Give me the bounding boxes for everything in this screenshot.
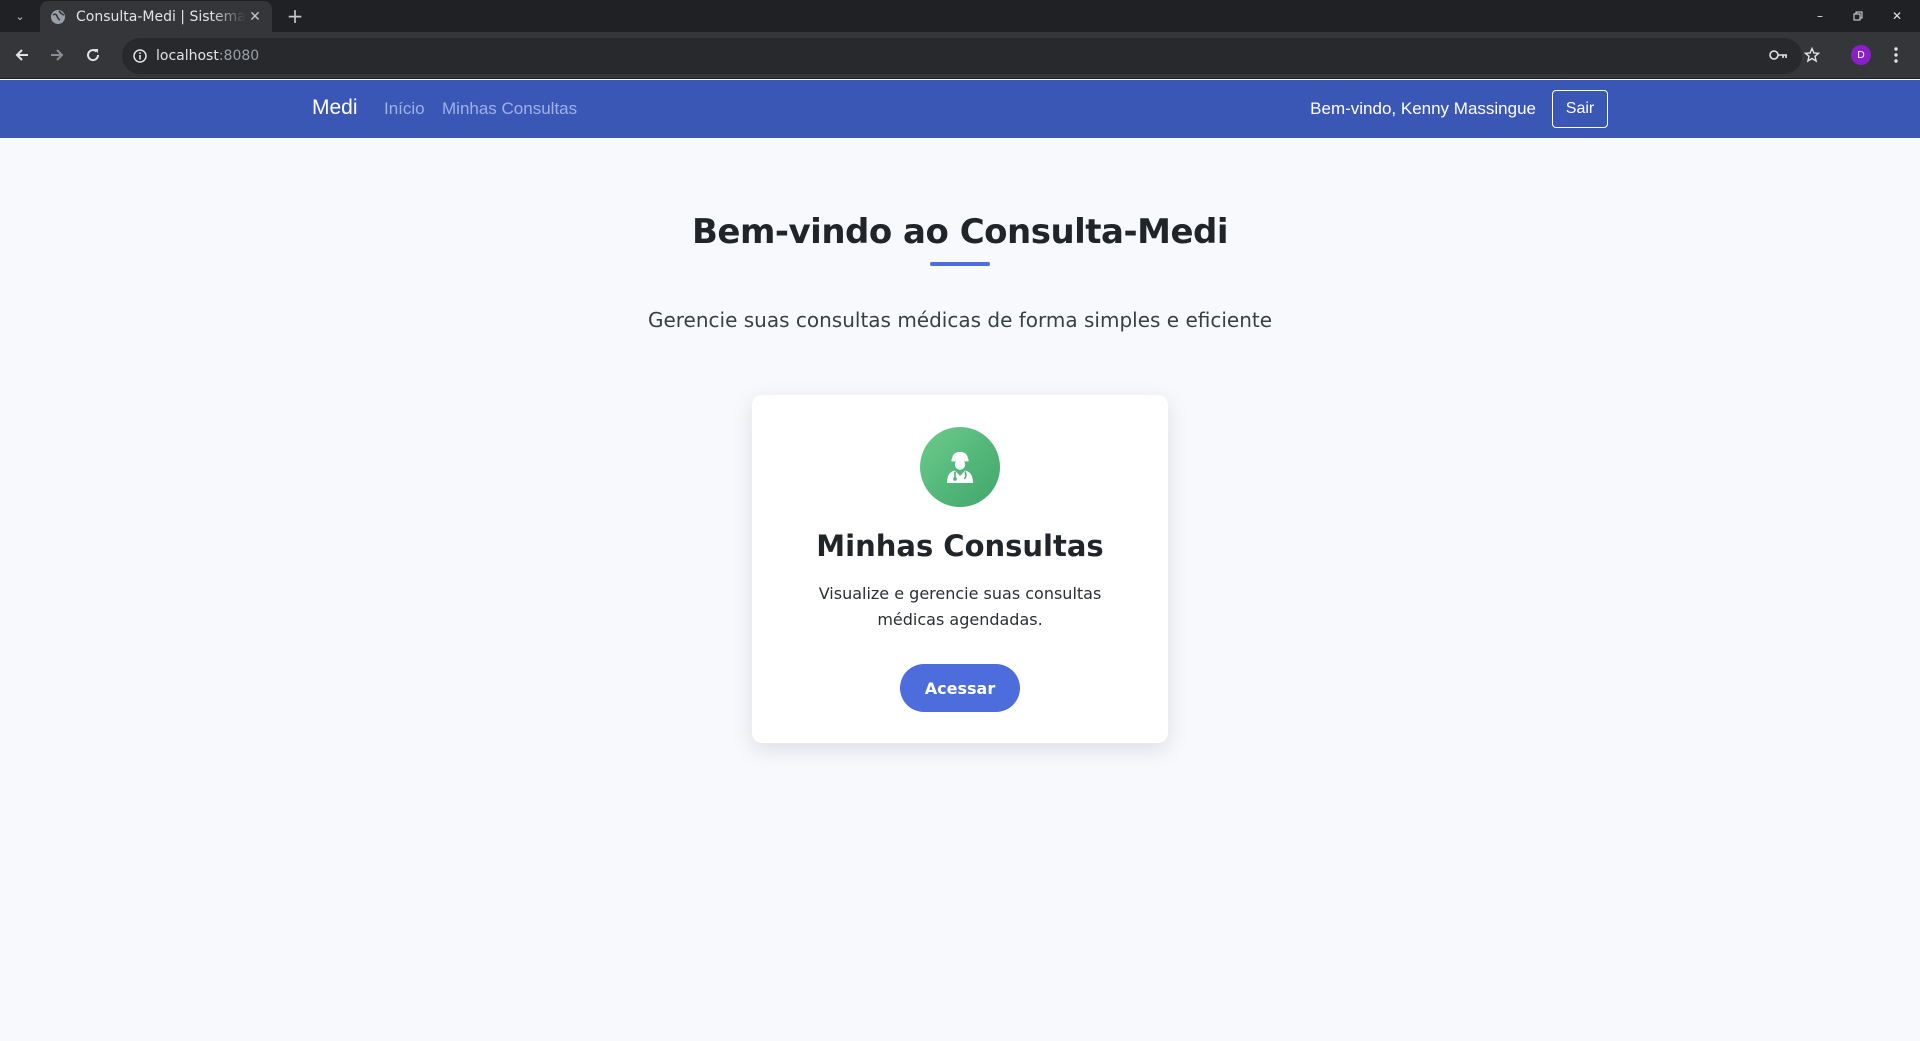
tab-list-icon[interactable]: ⌄ bbox=[8, 4, 32, 28]
acessar-button[interactable]: Acessar bbox=[900, 664, 1020, 712]
plus-icon[interactable]: + bbox=[282, 3, 308, 29]
restore-icon[interactable] bbox=[1846, 4, 1870, 28]
page-subtitle: Gerencie suas consultas médicas de forma… bbox=[647, 308, 1273, 332]
browser-toolbar: localhost:8080 D bbox=[0, 32, 1920, 79]
key-icon[interactable] bbox=[1766, 42, 1792, 68]
url-host: localhost bbox=[156, 48, 219, 64]
app-navbar: Medi Início Minhas Consultas Bem-vindo, … bbox=[0, 80, 1920, 138]
consultas-card: Minhas Consultas Visualize e gerencie su… bbox=[752, 395, 1168, 743]
close-window-icon[interactable]: ✕ bbox=[1885, 4, 1909, 28]
back-arrow-icon[interactable] bbox=[9, 42, 35, 68]
browser-tabstrip: ⌄ Consulta-Medi | Sistema de Consultas ✕… bbox=[0, 0, 1920, 32]
star-icon[interactable] bbox=[1799, 42, 1825, 68]
page-title: Bem-vindo ao Consulta-Medi bbox=[691, 212, 1229, 252]
address-bar[interactable]: localhost:8080 bbox=[122, 38, 1802, 74]
nav-link-inicio[interactable]: Início bbox=[384, 99, 425, 119]
globe-icon bbox=[51, 9, 65, 24]
info-icon[interactable] bbox=[130, 46, 150, 66]
brand-logo[interactable]: Medi bbox=[312, 96, 358, 120]
profile-avatar[interactable]: D bbox=[1851, 45, 1871, 65]
url-text: localhost:8080 bbox=[156, 48, 259, 64]
card-description: Visualize e gerencie suas consultas médi… bbox=[818, 584, 1102, 629]
forward-arrow-icon[interactable] bbox=[44, 42, 70, 68]
kebab-menu-icon[interactable] bbox=[1883, 42, 1909, 68]
tab-title: Consulta-Medi | Sistema de Consultas bbox=[76, 8, 246, 25]
title-underline bbox=[930, 262, 990, 266]
welcome-message: Bem-vindo, Kenny Massingue bbox=[1310, 99, 1536, 118]
close-icon[interactable]: ✕ bbox=[246, 8, 264, 26]
logout-button[interactable]: Sair bbox=[1552, 90, 1608, 128]
nav-link-minhas-consultas[interactable]: Minhas Consultas bbox=[442, 99, 577, 119]
url-port: :8080 bbox=[218, 48, 260, 64]
doctor-icon bbox=[920, 427, 1000, 507]
card-title: Minhas Consultas bbox=[816, 529, 1104, 563]
browser-tab[interactable]: Consulta-Medi | Sistema de Consultas ✕ bbox=[40, 1, 272, 32]
reload-icon[interactable] bbox=[80, 42, 106, 68]
minimize-icon[interactable]: – bbox=[1808, 4, 1832, 28]
